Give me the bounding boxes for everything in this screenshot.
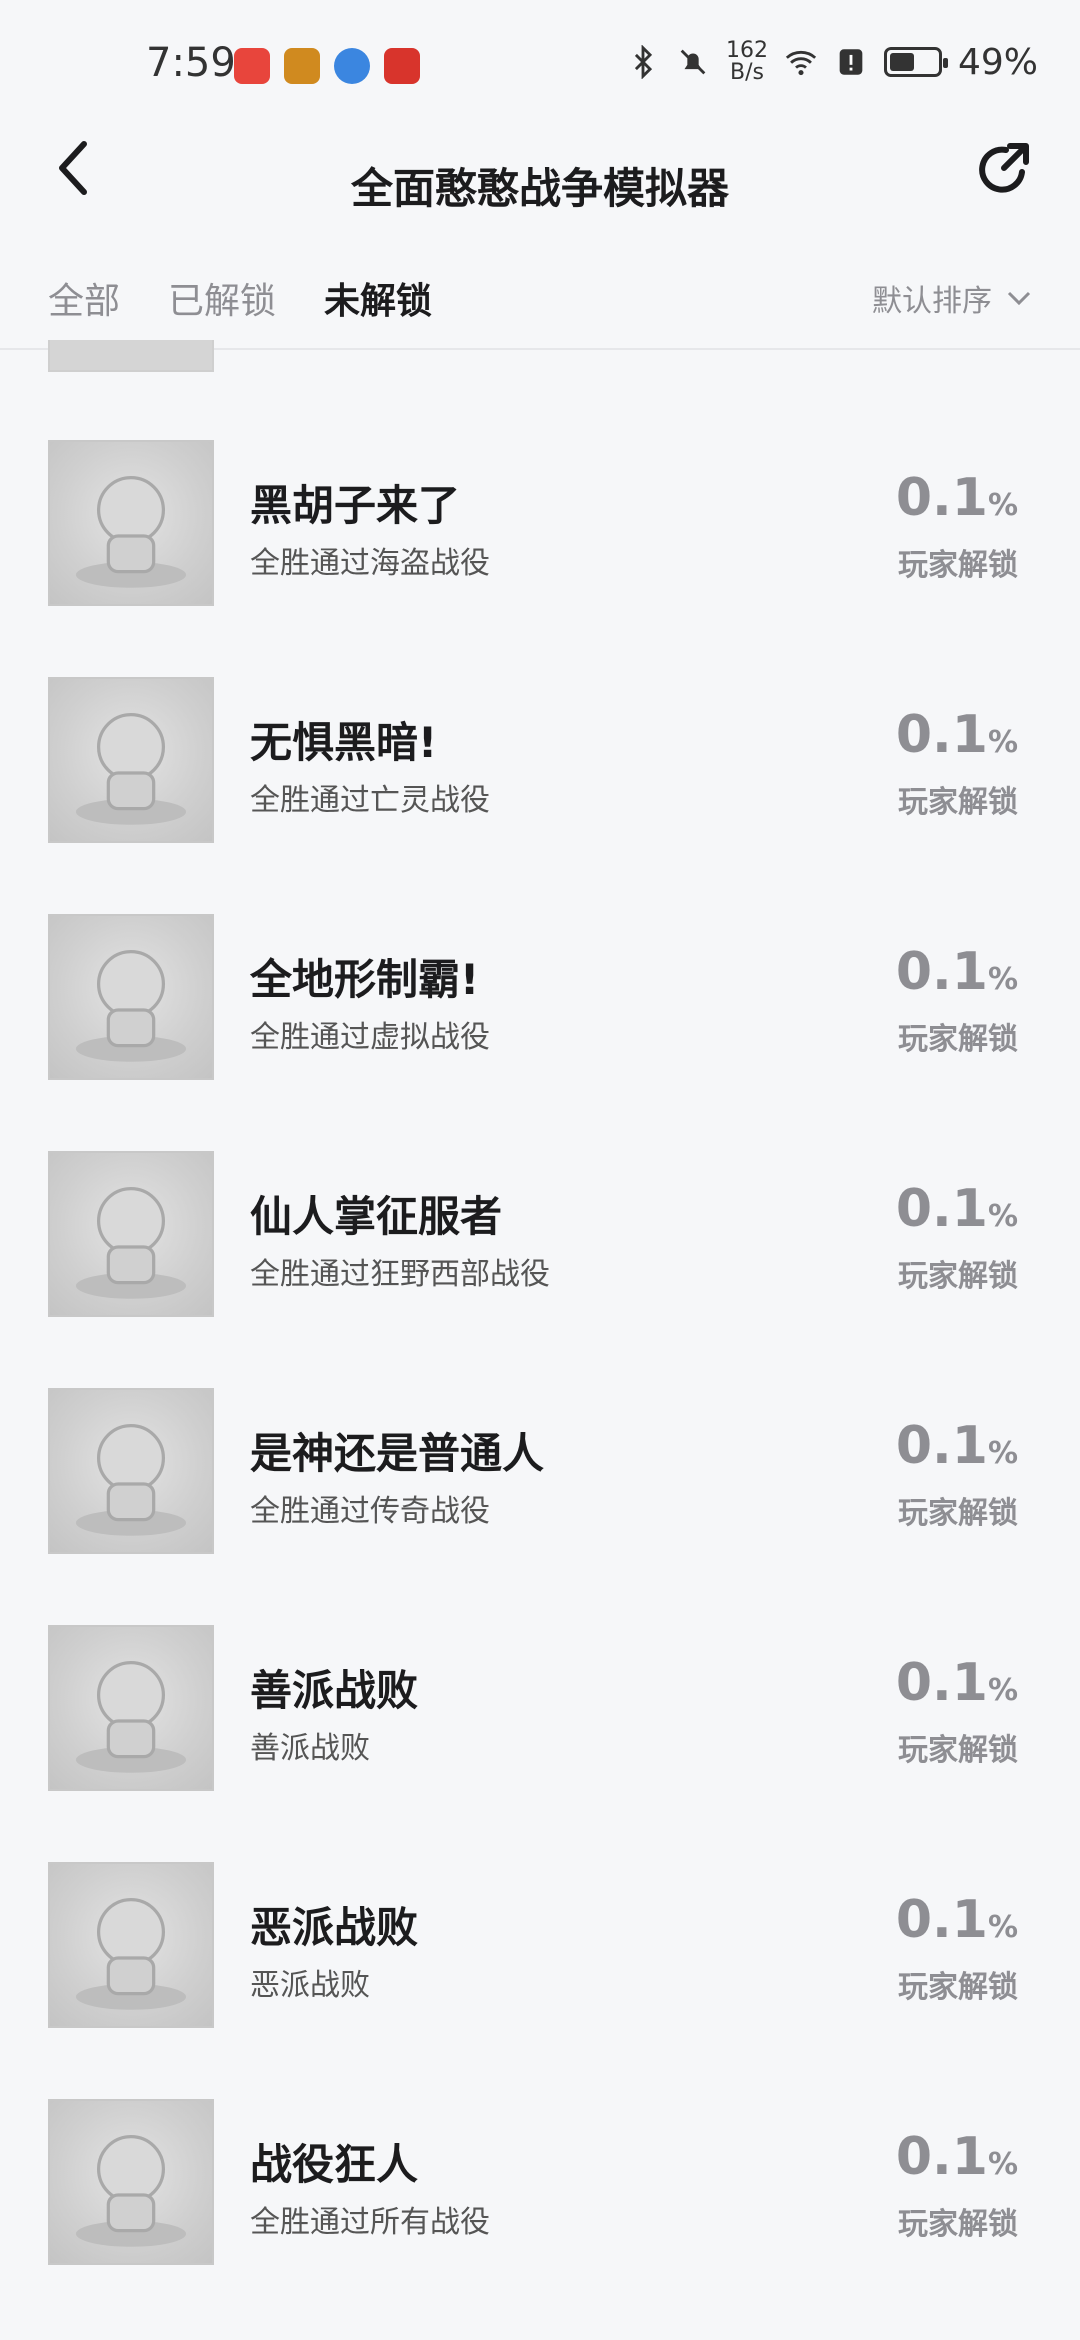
achievement-title: 恶派战败 <box>250 1903 419 1952</box>
legend-achievement-icon <box>48 1388 214 1554</box>
cactus-achievement-icon <box>48 1151 214 1317</box>
achievement-description: 全胜通过狂野西部战役 <box>250 1257 550 1292</box>
unlock-label: 玩家解锁 <box>898 2207 1018 2242</box>
unlock-percent-value: 0.1 <box>895 2127 988 2187</box>
browser-app-icon <box>334 48 370 84</box>
good-faction-achievement-icon <box>48 1625 214 1791</box>
unlock-percent-unit: % <box>987 1910 1018 1945</box>
unlock-percent-unit: % <box>987 1199 1018 1234</box>
page-title: 全面憨憨战争模拟器 <box>350 163 729 213</box>
unlock-percent-unit: % <box>987 725 1018 760</box>
unlock-percent-unit: % <box>987 488 1018 523</box>
unlock-percent-value: 0.1 <box>895 1416 988 1476</box>
unlock-label: 玩家解锁 <box>898 1022 1018 1057</box>
news-app-icon <box>384 48 420 84</box>
unlock-label: 玩家解锁 <box>898 1259 1018 1294</box>
network-speed-value: 162 <box>725 38 768 63</box>
bluetooth-icon <box>634 45 653 79</box>
unlock-label: 玩家解锁 <box>898 1733 1018 1768</box>
back-button[interactable] <box>50 138 100 198</box>
status-time: 7:59 <box>146 40 236 86</box>
achievement-description: 全胜通过亡灵战役 <box>250 783 490 818</box>
evil-faction-achievement-icon <box>48 1862 214 2028</box>
winged-achievement-icon <box>48 914 214 1080</box>
achievement-row[interactable]: 仙人掌征服者全胜通过狂野西部战役 0.1% 玩家解锁 <box>0 1151 1080 1317</box>
share-button[interactable] <box>972 138 1036 202</box>
tab-all[interactable]: 全部 <box>48 272 120 324</box>
achievement-description: 全胜通过传奇战役 <box>250 1494 490 1529</box>
unlock-percent-value: 0.1 <box>895 942 988 1002</box>
bell-muted-icon <box>680 49 706 75</box>
unlock-label: 玩家解锁 <box>898 1970 1018 2005</box>
achievement-description: 全胜通过海盗战役 <box>250 546 490 581</box>
achievement-description: 善派战败 <box>250 1731 370 1766</box>
unlock-percent-unit: % <box>987 962 1018 997</box>
unlock-percent: 0.1% <box>896 2127 1018 2187</box>
unlock-percent-value: 0.1 <box>895 1890 988 1950</box>
unlock-label: 玩家解锁 <box>898 1496 1018 1531</box>
achievement-row[interactable]: 战役狂人全胜通过所有战役 0.1% 玩家解锁 <box>0 2099 1080 2265</box>
sort-dropdown[interactable]: 默认排序 <box>872 276 1032 320</box>
unlock-label: 玩家解锁 <box>898 548 1018 583</box>
unlock-percent: 0.1% <box>896 1416 1018 1476</box>
achievement-row[interactable]: 无惧黑暗! 全胜通过亡灵战役 0.1% 玩家解锁 <box>0 677 1080 843</box>
unlock-percent: 0.1% <box>896 705 1018 765</box>
achievement-title: 无惧黑暗! <box>250 718 438 767</box>
all-campaigns-achievement-icon <box>48 2099 214 2265</box>
chevron-down-icon <box>1007 291 1031 306</box>
sort-label: 默认排序 <box>872 284 992 319</box>
achievement-title: 黑胡子来了 <box>250 481 461 530</box>
pirate-achievement-icon <box>48 440 214 606</box>
battery-percent: 49% <box>957 41 1038 83</box>
unlock-percent: 0.1% <box>896 468 1018 528</box>
network-speed-unit: B/s <box>730 60 764 85</box>
unlock-label: 玩家解锁 <box>898 785 1018 820</box>
tab-locked[interactable]: 未解锁 <box>324 272 432 324</box>
achievement-row[interactable]: 恶派战败 恶派战败 0.1% 玩家解锁 <box>0 1862 1080 2028</box>
achievement-thumbnail-partial <box>48 340 214 372</box>
achievement-row[interactable]: 是神还是普通人全胜通过传奇战役 0.1% 玩家解锁 <box>0 1388 1080 1554</box>
battery-icon <box>883 47 948 77</box>
status-bar: 7:59 162 B/s 49% <box>0 0 1080 130</box>
unlock-percent: 0.1% <box>896 1179 1018 1239</box>
achievement-row[interactable]: 全地形制霸! 全胜通过虚拟战役 0.1% 玩家解锁 <box>0 914 1080 1080</box>
alert-icon <box>839 49 863 75</box>
achievement-description: 全胜通过所有战役 <box>250 2205 490 2240</box>
achievement-title: 全地形制霸! <box>250 955 480 1004</box>
unlock-percent-unit: % <box>987 2147 1018 2182</box>
achievement-row[interactable]: 黑胡子来了全胜通过海盗战役 0.1% 玩家解锁 <box>0 440 1080 606</box>
unlock-percent-value: 0.1 <box>895 705 988 765</box>
huawei-app-icon <box>234 48 270 84</box>
notification-icons <box>234 48 420 84</box>
status-right: 162 B/s 49% <box>626 40 1038 84</box>
top-bar: 全面憨憨战争模拟器 <box>0 130 1080 240</box>
achievement-title: 善派战败 <box>250 1666 419 1715</box>
tab-unlocked[interactable]: 已解锁 <box>168 272 276 324</box>
wifi-icon <box>785 50 817 76</box>
unlock-percent-unit: % <box>987 1673 1018 1708</box>
unlock-percent: 0.1% <box>896 1890 1018 1950</box>
filter-tabs: 全部 已解锁 未解锁 默认排序 <box>0 250 1080 350</box>
unlock-percent-value: 0.1 <box>895 1653 988 1713</box>
unlock-percent-value: 0.1 <box>895 468 988 528</box>
achievement-title: 战役狂人 <box>250 2140 419 2189</box>
unlock-percent-value: 0.1 <box>895 1179 988 1239</box>
achievement-row[interactable]: 善派战败 善派战败 0.1% 玩家解锁 <box>0 1625 1080 1791</box>
undead-achievement-icon <box>48 677 214 843</box>
unlock-percent: 0.1% <box>896 1653 1018 1713</box>
achievement-title: 仙人掌征服者 <box>250 1192 503 1241</box>
achievement-description: 全胜通过虚拟战役 <box>250 1020 490 1055</box>
network-speed: 162 B/s <box>726 40 768 84</box>
achievement-description: 恶派战败 <box>250 1968 370 2003</box>
unlock-percent: 0.1% <box>896 942 1018 1002</box>
unlock-percent-unit: % <box>987 1436 1018 1471</box>
achievement-title: 是神还是普通人 <box>250 1429 545 1478</box>
game-app-icon <box>284 48 320 84</box>
